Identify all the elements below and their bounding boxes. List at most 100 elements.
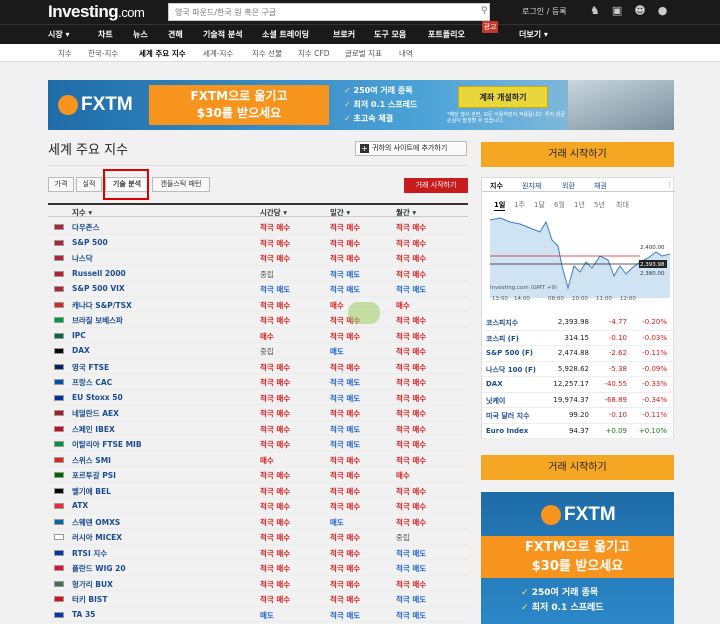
col-header-daily[interactable]: 일간 ▾ [330, 207, 350, 218]
ad-banner[interactable]: FXTM FXTM으로 옮기고 $30를 받으세요 250여 거래 종목 최저 … [48, 80, 674, 130]
index-name-link[interactable]: 폴란드 WIG 20 [72, 563, 126, 574]
index-name-link[interactable]: 프랑스 CAC [72, 377, 112, 388]
monthly-signal: 적극 매수 [396, 254, 427, 263]
index-name-link[interactable]: 네덜란드 AEX [72, 408, 119, 419]
quote-name[interactable]: 나스닥 100 (F) [486, 365, 536, 375]
quote-row[interactable]: 닛케이 19,974.37 -68.89 -0.34% [482, 393, 675, 408]
subnav-index-cfd[interactable]: 지수 CFD [298, 48, 330, 59]
nav-news[interactable]: 뉴스 [133, 29, 148, 40]
subnav-korea-indices[interactable]: 한국-지수 [88, 48, 118, 59]
index-name-link[interactable]: 헝가리 BUX [72, 579, 113, 590]
index-name-link[interactable]: S&P 500 VIX [72, 284, 125, 293]
quote-name[interactable]: 미국 달러 지수 [486, 411, 530, 421]
range-1m[interactable]: 1달 [534, 200, 545, 210]
user-icon[interactable]: ☻ [634, 4, 657, 17]
sidebar-start-trading-button-2[interactable]: 거래 시작하기 [481, 455, 674, 480]
index-name-link[interactable]: RTSI 지수 [72, 548, 107, 559]
briefcase-icon[interactable]: ▣ [612, 4, 634, 17]
nav-social[interactable]: 소셜 트레이딩 [262, 29, 309, 40]
index-name-link[interactable]: S&P 500 [72, 238, 108, 247]
quote-name[interactable]: S&P 500 (F) [486, 349, 533, 357]
index-name-link[interactable]: 포르투갈 PSI [72, 470, 116, 481]
quote-name[interactable]: 닛케이 [486, 396, 505, 406]
subnav-index-futures[interactable]: 지수 선물 [252, 48, 282, 59]
index-name-link[interactable]: TA 35 [72, 610, 95, 619]
nav-opinion[interactable]: 견해 [168, 29, 183, 40]
add-to-site-button[interactable]: + 귀하의 사이트에 추가하기 [355, 141, 467, 156]
index-name-link[interactable]: 벨기에 BEL [72, 486, 111, 497]
index-name-link[interactable]: 영국 FTSE [72, 362, 109, 373]
index-name-link[interactable]: Russell 2000 [72, 269, 126, 278]
index-name-link[interactable]: ATX [72, 501, 88, 510]
index-name-link[interactable]: IPC [72, 331, 86, 340]
subnav-indices[interactable]: 지수 [58, 48, 72, 59]
index-name-link[interactable]: 브라질 보베스파 [72, 315, 123, 326]
index-name-link[interactable]: EU Stoxx 50 [72, 393, 123, 402]
index-name-link[interactable]: DAX [72, 346, 90, 355]
nav-tools[interactable]: 도구 모음 [374, 29, 406, 40]
search-icon[interactable]: ⚲ [481, 6, 493, 18]
sidebar-start-trading-button[interactable]: 거래 시작하기 [481, 142, 674, 167]
nav-technical[interactable]: 기술적 분석 [203, 29, 243, 40]
index-name-link[interactable]: 나스닥 [72, 253, 93, 264]
quote-name[interactable]: 코스피 (F) [486, 334, 519, 344]
widget-tab-indices[interactable]: 지수 [490, 181, 503, 191]
tab-candlestick[interactable]: 캔들스틱 패턴 [152, 177, 210, 192]
quote-row[interactable]: Euro Index 94.37 +0.09 +0.10% [482, 424, 675, 439]
col-header-hourly[interactable]: 시간당 ▾ [260, 207, 287, 218]
daily-signal: 적극 매수 [330, 579, 361, 589]
col-header-monthly[interactable]: 월간 ▾ [396, 207, 416, 218]
range-max[interactable]: 최대 [616, 200, 629, 210]
site-logo[interactable]: Investing.com [48, 2, 145, 22]
tab-performance[interactable]: 실적 [76, 177, 102, 192]
index-name-link[interactable]: 다우존스 [72, 222, 100, 233]
col-header-index[interactable]: 지수 ▾ [72, 207, 92, 218]
flag-icon [54, 441, 64, 447]
subnav-history[interactable]: 내역 [399, 48, 413, 59]
index-name-link[interactable]: 스위스 SMI [72, 455, 111, 466]
tab-price[interactable]: 가격 [48, 177, 74, 192]
index-name-link[interactable]: 터키 BIST [72, 594, 107, 605]
nav-markets[interactable]: 시장 ▾ [48, 29, 70, 40]
language-icon[interactable]: ● [658, 4, 680, 17]
index-name-link[interactable]: 스웨덴 OMXS [72, 517, 120, 528]
quote-row[interactable]: S&P 500 (F) 2,474.88 -2.62 -0.11% [482, 346, 675, 362]
time-tick: 13:00 [492, 296, 508, 302]
table-row: EU Stoxx 50 적극 매수 적극 매도 적극 매수 [48, 390, 468, 405]
search-input[interactable] [168, 3, 490, 21]
quote-name[interactable]: DAX [486, 380, 503, 388]
start-trading-button[interactable]: 거래 시작하기 [404, 178, 468, 193]
more-icon[interactable]: ⋮ [666, 181, 673, 189]
quote-row[interactable]: 미국 달러 지수 99.20 -0.10 -0.11% [482, 408, 675, 424]
quote-row[interactable]: 나스닥 100 (F) 5,928.62 -5.38 -0.09% [482, 362, 675, 377]
quote-name[interactable]: Euro Index [486, 427, 528, 435]
subnav-world-indices[interactable]: 세계-지수 [203, 48, 233, 59]
range-1d[interactable]: 1일 [494, 200, 506, 211]
nav-more[interactable]: 더보기 ▾ [519, 29, 548, 40]
subnav-major-indices[interactable]: 세계 주요 지수 [139, 48, 186, 59]
range-1w[interactable]: 1주 [514, 200, 525, 210]
quote-row[interactable]: 코스피 (F) 314.15 -0.10 -0.03% [482, 331, 675, 346]
open-account-button[interactable]: 계좌 개설하기 [458, 86, 548, 108]
nav-portfolio[interactable]: 포트폴리오 [428, 29, 465, 40]
index-name-link[interactable]: 이탈리아 FTSE MIB [72, 439, 142, 450]
login-register-link[interactable]: 로그인 / 등록 [522, 6, 567, 17]
widget-tab-commodities[interactable]: 원자재 [522, 181, 541, 191]
range-6m[interactable]: 6월 [554, 200, 565, 210]
range-5y[interactable]: 5년 [594, 200, 605, 210]
index-name-link[interactable]: 캐나다 S&P/TSX [72, 300, 132, 311]
widget-tab-fx[interactable]: 외환 [562, 181, 575, 191]
bell-icon[interactable]: ♞ [590, 4, 612, 17]
nav-charts[interactable]: 차트 [98, 29, 113, 40]
quote-row[interactable]: DAX 12,257.17 -40.55 -0.33% [482, 377, 675, 393]
index-name-link[interactable]: 스페인 IBEX [72, 424, 115, 435]
subnav-global-indicators[interactable]: 글로벌 지표 [345, 48, 382, 59]
quote-row[interactable]: 코스피지수 2,393.98 -4.77 -0.20% [482, 315, 675, 331]
index-name-link[interactable]: 러시아 MICEX [72, 532, 122, 543]
monthly-signal: 적극 매수 [396, 440, 427, 449]
nav-brokers[interactable]: 브로커 [333, 29, 355, 40]
quote-name[interactable]: 코스피지수 [486, 318, 518, 328]
widget-tab-bonds[interactable]: 채권 [594, 181, 607, 191]
side-ad[interactable]: FXTM FXTM으로 옮기고 $30를 받으세요 250여 거래 종목 최저 … [481, 492, 674, 624]
range-1y[interactable]: 1년 [574, 200, 585, 210]
